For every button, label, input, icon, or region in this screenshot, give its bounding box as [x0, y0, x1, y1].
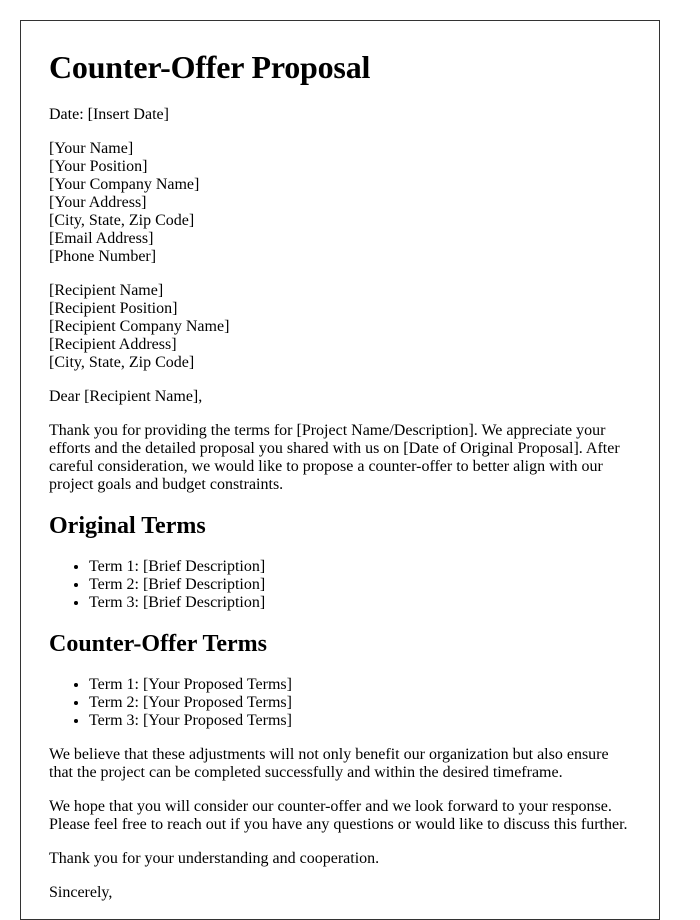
recipient-position: [Recipient Position]: [49, 300, 178, 317]
counter-offer-terms-heading: Counter-Offer Terms: [49, 631, 267, 657]
counter-offer-terms-list: Term 1: [Your Proposed Terms] Term 2: [Y…: [49, 676, 631, 730]
recipient-name: [Recipient Name]: [49, 282, 164, 299]
recipient-city-state-zip: [City, State, Zip Code]: [49, 354, 195, 371]
original-term-item: Term 2: [Brief Description]: [89, 576, 631, 594]
benefit-paragraph: We believe that these adjustments will n…: [49, 746, 609, 781]
thanks-paragraph: Thank you for your understanding and coo…: [49, 850, 380, 867]
original-term-item: Term 3: [Brief Description]: [89, 594, 631, 612]
counter-term-item: Term 1: [Your Proposed Terms]: [89, 676, 631, 694]
sender-position: [Your Position]: [49, 158, 148, 175]
document-title: Counter-Offer Proposal: [49, 49, 371, 85]
original-terms-list: Term 1: [Brief Description] Term 2: [Bri…: [49, 558, 631, 612]
sender-company: [Your Company Name]: [49, 176, 200, 193]
intro-paragraph: Thank you for providing the terms for [P…: [49, 422, 620, 493]
counter-term-item: Term 3: [Your Proposed Terms]: [89, 712, 631, 730]
sender-email: [Email Address]: [49, 230, 154, 247]
closing-paragraph: We hope that you will consider our count…: [49, 798, 628, 833]
sender-address-block: [Your Name] [Your Position] [Your Compan…: [49, 140, 631, 266]
recipient-company: [Recipient Company Name]: [49, 318, 230, 335]
recipient-address-block: [Recipient Name] [Recipient Position] [R…: [49, 282, 631, 372]
date-line: Date: [Insert Date]: [49, 106, 169, 123]
sender-address: [Your Address]: [49, 194, 147, 211]
original-term-item: Term 1: [Brief Description]: [89, 558, 631, 576]
sender-phone: [Phone Number]: [49, 248, 157, 265]
counter-term-item: Term 2: [Your Proposed Terms]: [89, 694, 631, 712]
original-terms-heading: Original Terms: [49, 513, 206, 539]
recipient-address: [Recipient Address]: [49, 336, 177, 353]
salutation: Dear [Recipient Name],: [49, 388, 203, 405]
sender-name: [Your Name]: [49, 140, 134, 157]
letter-page: Counter-Offer Proposal Date: [Insert Dat…: [20, 20, 660, 920]
sender-city-state-zip: [City, State, Zip Code]: [49, 212, 195, 229]
signoff: Sincerely,: [49, 884, 113, 901]
